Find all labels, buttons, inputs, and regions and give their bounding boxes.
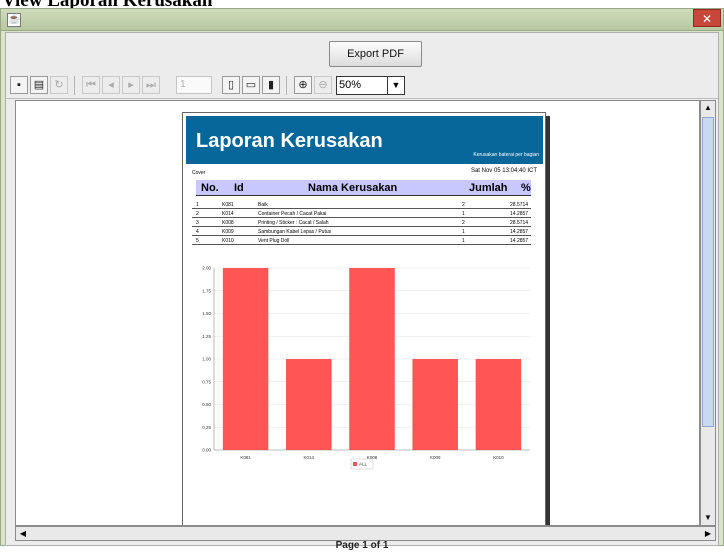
page-number-field[interactable]: 1 <box>176 76 212 94</box>
col-jumlah: Jumlah <box>469 182 508 194</box>
y-tick-label: 0.50 <box>202 402 211 407</box>
cell-nama: Baik <box>258 202 268 208</box>
zoom-input[interactable]: 50% <box>336 76 388 95</box>
y-tick-label: 1.50 <box>202 311 211 316</box>
cell-no: 4 <box>196 229 199 235</box>
cell-no: 1 <box>196 202 199 208</box>
first-page-icon[interactable]: ⏮ <box>82 76 100 94</box>
y-tick-label: 1.25 <box>202 334 211 339</box>
cell-no: 2 <box>196 211 199 217</box>
cell-jumlah: 1 <box>462 211 465 217</box>
toolbar-separator <box>74 76 75 95</box>
bar-k010 <box>475 359 522 450</box>
table-header: No. Id Nama Kerusakan Jumlah % <box>196 180 531 196</box>
cell-no: 5 <box>196 238 199 244</box>
bar-k081 <box>222 268 269 450</box>
bar-k008 <box>349 268 395 450</box>
export-pdf-button[interactable]: Export PDF <box>329 41 422 67</box>
cell-nama: Printing / Sticker : Cacat / Salah <box>258 220 329 226</box>
last-page-icon[interactable]: ⏭ <box>142 76 160 94</box>
y-tick-label: 0.00 <box>202 448 211 453</box>
cell-nama: Vent Plug Doll <box>258 238 290 244</box>
report-page: Laporan Kerusakan Kerusakan baterai per … <box>182 112 546 525</box>
cover-label: Cover <box>192 170 206 176</box>
fit-page-icon[interactable]: ▭ <box>242 76 260 94</box>
cell-jumlah: 1 <box>462 229 465 235</box>
actual-size-icon[interactable]: ▯ <box>222 76 240 94</box>
table-row: 2 K014 Container Pecah / Cacat Pakai 1 14.28… <box>192 210 531 218</box>
fit-width-icon[interactable]: ▮ <box>262 76 280 94</box>
cell-id: K081 <box>222 202 234 208</box>
app-window: ☕ ✕ Export PDF ▪ ▤ ↻ ⏮ ◂ ▸ ⏭ 1 ▯ ▭ ▮ ⊕ ⊖… <box>0 8 724 551</box>
print-icon[interactable]: ▤ <box>30 76 48 94</box>
y-tick-label: 1.75 <box>202 288 211 293</box>
next-page-icon[interactable]: ▸ <box>122 76 140 94</box>
prev-page-icon[interactable]: ◂ <box>102 76 120 94</box>
y-tick-label: 2.00 <box>202 266 211 271</box>
java-app-icon: ☕ <box>7 13 21 27</box>
cell-jumlah: 1 <box>462 238 465 244</box>
y-tick-label: 1.00 <box>202 357 211 362</box>
cell-id: K014 <box>222 211 234 217</box>
table-row: 3 K008 Printing / Sticker : Cacat / Salah 2… <box>192 219 531 227</box>
col-id: Id <box>234 182 244 194</box>
report-header-band: Laporan Kerusakan Kerusakan baterai per … <box>186 116 543 164</box>
x-tick-label: K009 <box>430 455 441 460</box>
report-title: Laporan Kerusakan <box>196 130 383 152</box>
col-no: No. <box>201 182 219 194</box>
x-tick-label: K014 <box>304 455 315 460</box>
cell-percent: 14.2857 <box>510 229 529 235</box>
table-row: 4 K009 Sambungan Kabel Lepas / Putus 1 14.28… <box>192 228 531 236</box>
x-tick-label: K081 <box>240 455 251 460</box>
cell-percent: 14.2857 <box>510 211 529 217</box>
legend-label: ALL <box>359 462 368 467</box>
scroll-down-icon[interactable]: ▼ <box>701 511 715 525</box>
cell-id: K010 <box>222 238 234 244</box>
zoom-out-icon[interactable]: ⊖ <box>314 76 332 94</box>
cell-percent: 28.5714 <box>510 220 529 226</box>
save-icon[interactable]: ▪ <box>10 76 28 94</box>
cell-jumlah: 2 <box>462 202 465 208</box>
page-status: Page 1 of 1 <box>335 540 389 551</box>
scroll-thumb[interactable] <box>702 117 714 427</box>
cell-no: 3 <box>196 220 199 226</box>
cell-nama: Sambungan Kabel Lepas / Putus <box>258 229 332 235</box>
bar-k014 <box>286 359 332 450</box>
viewer-toolbar: ▪ ▤ ↻ ⏮ ◂ ▸ ⏭ 1 ▯ ▭ ▮ ⊕ ⊖ 50% ▼ <box>6 73 718 99</box>
bar-chart: 0.00 0.25 0.50 0.75 1.00 1.25 1.50 1.75 2.00 K081… <box>202 266 530 470</box>
cell-nama: Container Pecah / Cacat Pakai <box>258 211 327 217</box>
cell-id: K009 <box>222 229 234 235</box>
table-row: 5 K010 Vent Plug Doll 1 14.2857 <box>192 237 531 245</box>
cell-jumlah: 2 <box>462 220 465 226</box>
scroll-up-icon[interactable]: ▲ <box>701 101 715 115</box>
col-percent: % <box>521 182 531 194</box>
cell-id: K008 <box>222 220 234 226</box>
y-tick-label: 0.25 <box>202 425 211 430</box>
bar-k009 <box>412 359 458 450</box>
col-nama-kerusakan: Nama Kerusakan <box>308 182 398 194</box>
content-panel: Export PDF ▪ ▤ ↻ ⏮ ◂ ▸ ⏭ 1 ▯ ▭ ▮ ⊕ ⊖ 50%… <box>5 32 719 551</box>
cell-percent: 14.2857 <box>510 238 529 244</box>
chevron-down-icon[interactable]: ▼ <box>388 76 405 95</box>
y-tick-label: 0.75 <box>202 379 211 384</box>
title-bar[interactable]: ☕ ✕ <box>1 9 723 31</box>
report-viewer[interactable]: Laporan Kerusakan Kerusakan baterai per … <box>15 100 700 526</box>
legend-swatch <box>353 462 357 466</box>
toolbar-separator <box>286 76 287 95</box>
report-subtitle: Kerusakan baterai per bagian <box>473 152 539 158</box>
table-row: 1 K081 Baik 2 28.5714 <box>192 201 531 209</box>
zoom-in-icon[interactable]: ⊕ <box>294 76 312 94</box>
cell-percent: 28.5714 <box>510 202 529 208</box>
vertical-scrollbar[interactable]: ▲ ▼ <box>700 100 716 526</box>
close-button[interactable]: ✕ <box>693 9 721 27</box>
reload-icon[interactable]: ↻ <box>50 76 68 94</box>
x-tick-label: K010 <box>493 455 504 460</box>
report-date: Sat Nov 05 13:04:40 ICT <box>470 168 537 174</box>
